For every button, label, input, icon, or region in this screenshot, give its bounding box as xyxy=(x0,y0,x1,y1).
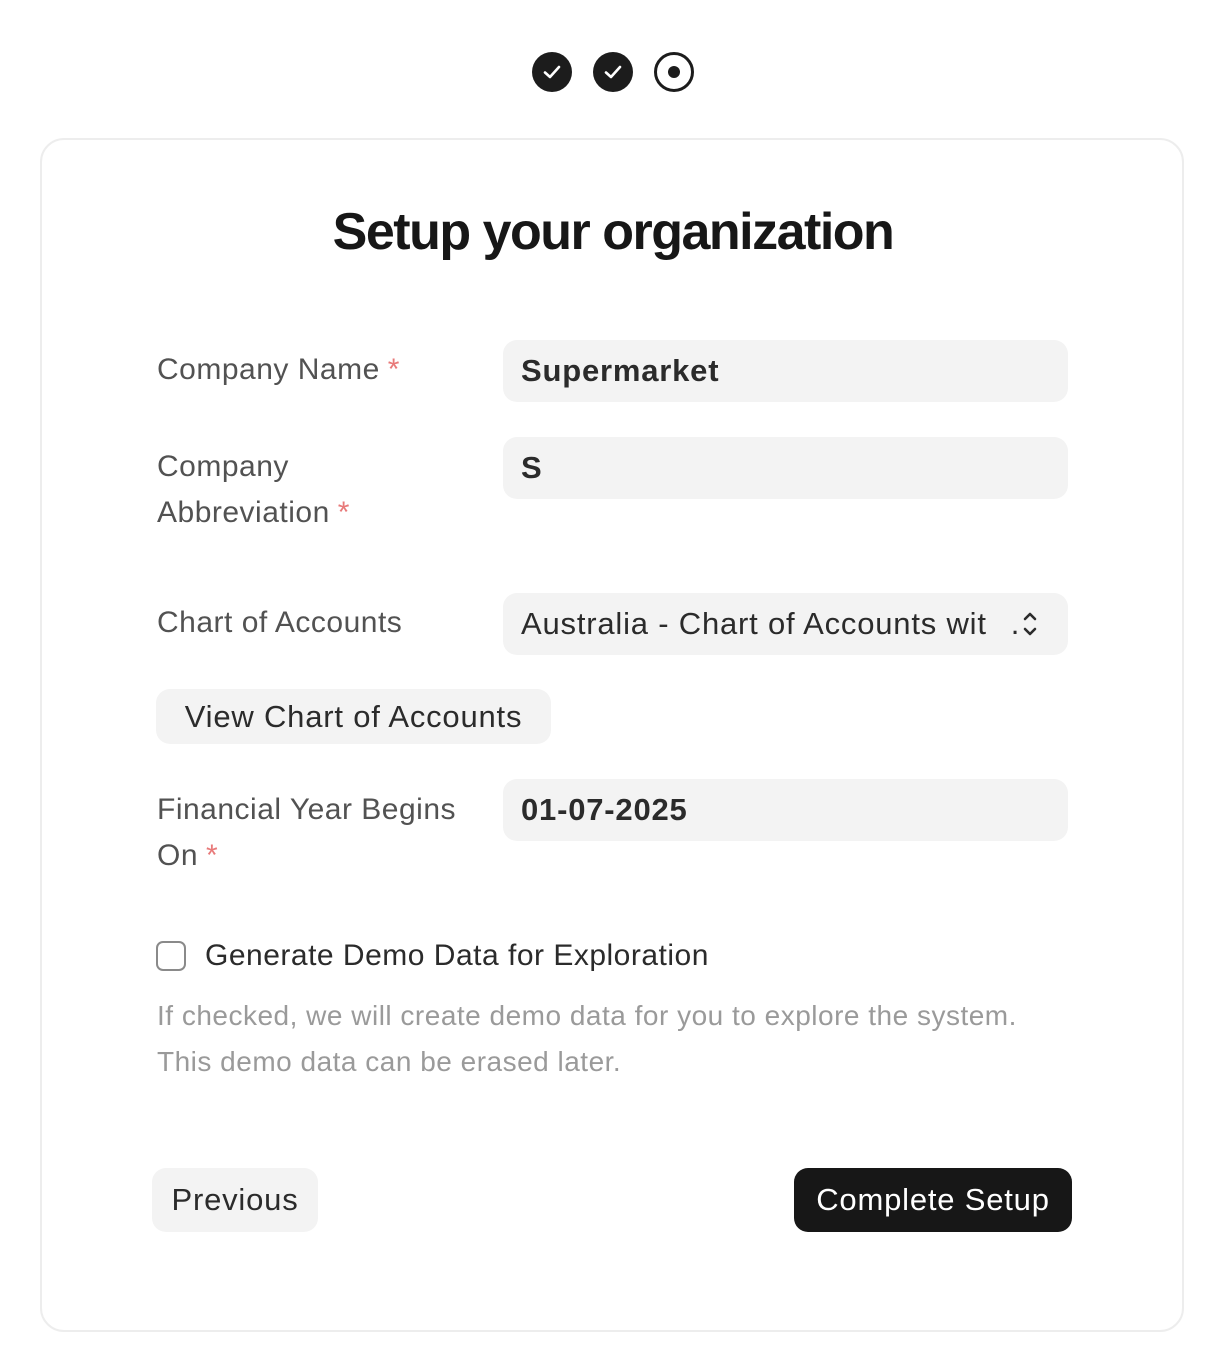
company-name-label: Company Name * xyxy=(157,347,487,393)
chevron-up-down-icon xyxy=(1023,612,1037,636)
check-icon xyxy=(604,65,622,79)
company-name-value: Supermarket xyxy=(521,353,720,388)
demo-data-help-line2: This demo data can be erased later. xyxy=(157,1046,622,1077)
view-chart-of-accounts-button[interactable]: View Chart of Accounts xyxy=(156,689,551,744)
previous-button[interactable]: Previous xyxy=(152,1168,318,1232)
demo-data-checkbox-label[interactable]: Generate Demo Data for Exploration xyxy=(205,934,709,978)
chart-of-accounts-value-text: Australia - Chart of Accounts wit xyxy=(521,606,987,641)
check-icon xyxy=(543,65,561,79)
demo-data-help-line1: If checked, we will create demo data for… xyxy=(157,1000,1017,1031)
demo-data-checkbox[interactable] xyxy=(156,941,186,971)
step-1-completed xyxy=(532,52,572,92)
chart-of-accounts-value-suffix: . xyxy=(1010,606,1021,641)
financial-year-date-input[interactable]: 01-07-2025 xyxy=(503,779,1068,841)
financial-year-label: Financial Year Begins On * xyxy=(157,787,487,879)
financial-year-label-line2: On xyxy=(157,839,199,872)
required-marker: * xyxy=(387,353,400,386)
company-abbreviation-value: S xyxy=(521,450,543,485)
company-name-label-text: Company Name xyxy=(157,353,380,386)
required-marker: * xyxy=(337,496,350,529)
company-abbreviation-label-line2-wrap: Abbreviation * xyxy=(157,490,487,536)
dot-icon xyxy=(668,66,680,78)
company-abbreviation-input[interactable]: S xyxy=(503,437,1068,499)
company-abbreviation-label-line1: Company xyxy=(157,450,289,483)
company-name-input[interactable]: Supermarket xyxy=(503,340,1068,402)
financial-year-label-line1: Financial Year Begins xyxy=(157,793,457,826)
financial-year-value: 01-07-2025 xyxy=(521,792,688,827)
demo-data-help-text: If checked, we will create demo data for… xyxy=(157,993,1077,1085)
page-title: Setup your organization xyxy=(332,203,895,261)
company-abbreviation-label: Company Abbreviation * xyxy=(157,444,487,536)
complete-setup-button[interactable]: Complete Setup xyxy=(794,1168,1072,1232)
chart-of-accounts-label: Chart of Accounts xyxy=(157,606,403,639)
financial-year-label-line2-wrap: On * xyxy=(157,833,487,879)
step-3-current xyxy=(654,52,694,92)
progress-stepper xyxy=(0,52,1226,96)
required-marker: * xyxy=(206,839,219,872)
chart-of-accounts-value: Australia - Chart of Accounts wit. xyxy=(521,606,1050,642)
company-abbreviation-label-line2: Abbreviation xyxy=(157,496,330,529)
chart-of-accounts-select[interactable]: Australia - Chart of Accounts wit. xyxy=(503,593,1068,655)
step-2-completed xyxy=(593,52,633,92)
